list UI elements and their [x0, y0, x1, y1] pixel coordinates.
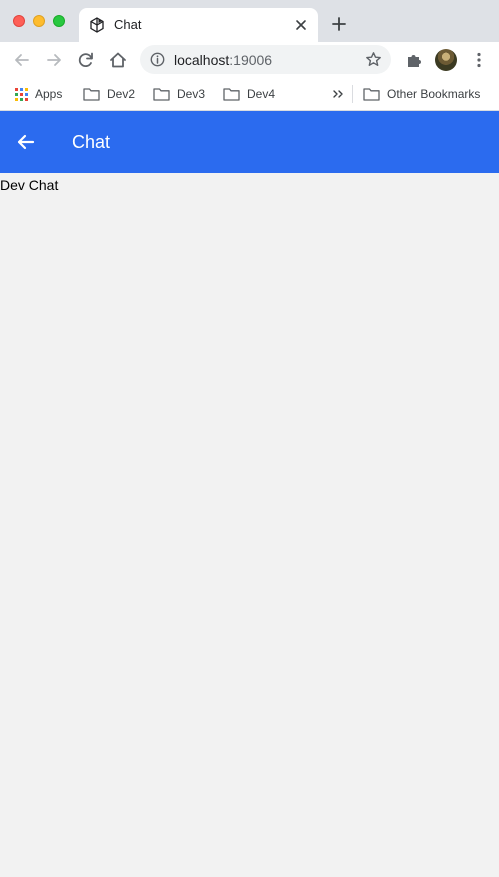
address-bar[interactable]: localhost:19006 [140, 45, 391, 74]
site-info-icon[interactable] [150, 52, 165, 67]
bookmark-label: Dev2 [107, 87, 136, 101]
bookmark-dev4[interactable]: Dev4 [223, 85, 275, 103]
folder-icon [153, 88, 170, 101]
new-tab-icon[interactable] [330, 15, 348, 33]
tab-close-icon[interactable] [292, 16, 310, 34]
bookmark-label: Dev3 [177, 87, 206, 101]
bookmarks-separator [352, 85, 353, 103]
bookmarks-overflow-chevron-icon[interactable] [331, 86, 345, 102]
bookmark-label: Dev4 [247, 87, 276, 101]
url-host: localhost [174, 52, 230, 68]
page-title: Chat [72, 132, 111, 152]
url-port: :19006 [229, 52, 273, 68]
home-icon[interactable] [108, 50, 128, 70]
back-arrow-icon[interactable] [14, 130, 38, 154]
app-header: Chat [0, 111, 499, 173]
window-maximize-button[interactable] [53, 15, 65, 27]
browser-window: Chat localhost:19006 Apps Dev2 Dev3 Dev4… [0, 0, 499, 877]
tab-title: Chat [114, 17, 142, 32]
bookmark-dev2[interactable]: Dev2 [83, 85, 135, 103]
browser-tab-active[interactable]: Chat [79, 8, 318, 42]
tab-strip: Chat [0, 0, 499, 42]
bookmark-label: Other Bookmarks [387, 87, 481, 101]
menu-kebab-icon[interactable] [469, 50, 489, 70]
extensions-puzzle-icon[interactable] [404, 50, 424, 70]
bookmark-star-icon[interactable] [365, 51, 382, 68]
expo-favicon-icon [90, 17, 104, 33]
folder-icon [83, 88, 100, 101]
chat-name-text: Dev Chat [0, 177, 59, 193]
window-close-button[interactable] [13, 15, 25, 27]
forward-arrow-icon[interactable] [44, 50, 64, 70]
profile-avatar[interactable] [435, 49, 457, 71]
apps-grid-icon [15, 87, 28, 101]
address-url: localhost:19006 [174, 52, 272, 68]
bookmark-apps[interactable]: Apps [15, 85, 62, 103]
folder-icon [223, 88, 240, 101]
bookmark-other-bookmarks[interactable]: Other Bookmarks [363, 85, 480, 103]
folder-icon [363, 88, 380, 101]
back-arrow-icon[interactable] [12, 50, 32, 70]
bookmark-label: Apps [35, 87, 63, 101]
window-minimize-button[interactable] [33, 15, 45, 27]
browser-toolbar: localhost:19006 [0, 42, 499, 78]
bookmark-dev3[interactable]: Dev3 [153, 85, 205, 103]
bookmarks-bar: Apps Dev2 Dev3 Dev4 Other Bookmarks [0, 78, 499, 111]
chat-content: Dev Chat [0, 173, 499, 877]
reload-icon[interactable] [76, 50, 96, 70]
